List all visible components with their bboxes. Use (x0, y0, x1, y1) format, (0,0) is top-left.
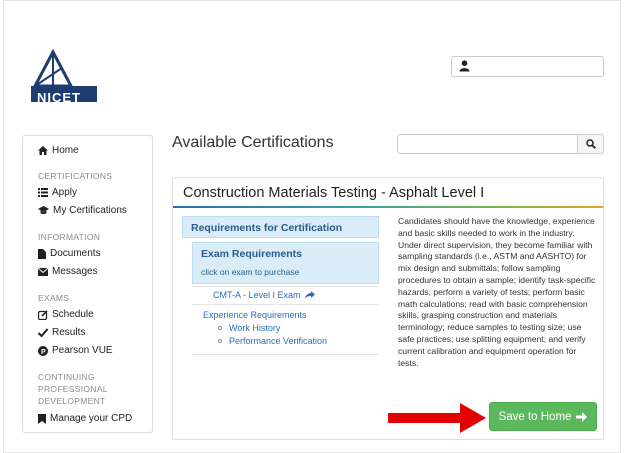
card-title: Construction Materials Testing - Asphalt… (183, 185, 485, 201)
sidebar-item-label: Apply (52, 187, 78, 198)
sidebar-item-my-certifications[interactable]: My Certifications (38, 205, 127, 216)
search-input[interactable] (397, 134, 578, 154)
sidebar-item-label: Home (52, 145, 79, 156)
sidebar-item-messages[interactable]: Messages (38, 266, 98, 277)
work-history-link[interactable]: Work History (218, 323, 280, 333)
search-icon (585, 139, 596, 149)
sidebar-item-apply[interactable]: Apply (38, 187, 77, 198)
sidebar-item-label: Pearson VUE (52, 345, 113, 356)
performance-verification-link[interactable]: Performance Verification (218, 336, 327, 346)
performance-verification-label: Performance Verification (229, 336, 328, 346)
bullet-icon (218, 326, 222, 330)
sidebar-item-label: Documents (50, 248, 101, 259)
bullet-icon (218, 339, 222, 343)
save-to-home-button[interactable]: Save to Home (489, 402, 597, 431)
exam-requirements-title: Exam Requirements (201, 248, 302, 260)
exam-requirements-hint: click on exam to purchase (201, 267, 300, 277)
requirements-header: Requirements for Certification (182, 216, 379, 238)
exam-link-cmt-a[interactable]: CMT-A - Level I Exam (213, 290, 315, 300)
page-title: Available Certifications (172, 134, 334, 151)
sidebar-heading-certifications: CERTIFICATIONS (38, 171, 113, 181)
share-arrow-icon (304, 291, 315, 299)
sidebar-item-manage-cpd[interactable]: Manage your CPD (38, 413, 132, 424)
envelope-icon (38, 267, 48, 276)
sidebar-item-label: Manage your CPD (50, 413, 133, 424)
arrow-right-icon (576, 411, 588, 422)
save-to-home-label: Save to Home (498, 410, 572, 423)
sidebar-item-pearson-vue[interactable]: P Pearson VUE (38, 345, 113, 356)
experience-requirements-link[interactable]: Experience Requirements (203, 310, 307, 320)
sidebar-item-documents[interactable]: Documents (38, 248, 101, 259)
user-icon (459, 60, 470, 72)
sidebar-heading-line: DEVELOPMENT (38, 396, 106, 406)
exam-link-label: CMT-A - Level I Exam (213, 290, 301, 300)
sidebar-item-results[interactable]: Results (38, 327, 85, 338)
exam-requirements-panel: Exam Requirements click on exam to purch… (192, 242, 379, 284)
sidebar-item-schedule[interactable]: Schedule (38, 309, 94, 320)
sidebar-heading-information: INFORMATION (38, 232, 101, 242)
divider (192, 354, 379, 355)
certification-card: Construction Materials Testing - Asphalt… (172, 177, 604, 440)
document-icon (38, 248, 46, 259)
red-arrow-annotation (388, 403, 486, 433)
sidebar: Home CERTIFICATIONS Apply My Certificati… (22, 135, 153, 433)
logo-text: NICET (37, 90, 81, 105)
svg-text:P: P (41, 349, 46, 356)
sidebar-heading-cpd: CONTINUING PROFESSIONAL DEVELOPMENT (38, 371, 108, 407)
graduation-cap-icon (38, 206, 49, 215)
sidebar-heading-exams: EXAMS (38, 293, 70, 303)
certification-description: Candidates should have the knowledge, ex… (398, 216, 596, 368)
sidebar-heading-line: PROFESSIONAL (38, 384, 108, 394)
list-icon (38, 188, 48, 197)
sidebar-item-home[interactable]: Home (38, 145, 79, 156)
work-history-label: Work History (229, 323, 281, 333)
divider (192, 286, 379, 287)
card-divider (173, 206, 603, 208)
search-button[interactable] (578, 134, 604, 154)
sidebar-item-label: My Certifications (53, 205, 127, 216)
user-field[interactable] (451, 56, 604, 77)
divider (192, 304, 379, 305)
sidebar-item-label: Results (52, 327, 86, 338)
pearson-logo-icon: P (38, 345, 48, 356)
edit-icon (38, 309, 48, 320)
sidebar-heading-line: CONTINUING (38, 372, 95, 382)
check-icon (38, 328, 48, 337)
home-icon (38, 146, 48, 155)
sidebar-item-label: Schedule (52, 309, 94, 320)
sidebar-item-label: Messages (52, 266, 98, 277)
bookmark-icon (38, 413, 46, 424)
